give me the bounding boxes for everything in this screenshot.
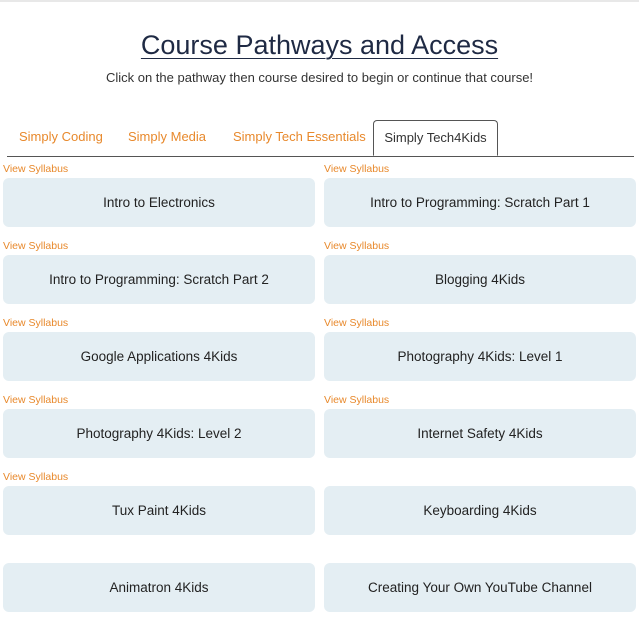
course-tux-paint-4kids[interactable]: Tux Paint 4Kids: [3, 486, 315, 535]
view-syllabus-link[interactable]: View Syllabus: [3, 240, 68, 252]
view-syllabus-link[interactable]: View Syllabus: [324, 317, 389, 329]
course-blogging-4kids[interactable]: Blogging 4Kids: [324, 255, 636, 304]
course-google-applications-4kids[interactable]: Google Applications 4Kids: [3, 332, 315, 381]
view-syllabus-link[interactable]: View Syllabus: [3, 163, 68, 175]
course-youtube-channel[interactable]: Creating Your Own YouTube Channel: [324, 563, 636, 612]
tab-simply-media[interactable]: Simply Media: [128, 118, 206, 155]
course-photography-level-1[interactable]: Photography 4Kids: Level 1: [324, 332, 636, 381]
tab-simply-tech-essentials[interactable]: Simply Tech Essentials: [233, 118, 366, 155]
view-syllabus-link[interactable]: View Syllabus: [3, 394, 68, 406]
course-internet-safety-4kids[interactable]: Internet Safety 4Kids: [324, 409, 636, 458]
view-syllabus-link[interactable]: View Syllabus: [324, 394, 389, 406]
page-subtitle: Click on the pathway then course desired…: [105, 70, 534, 85]
course-keyboarding-4kids[interactable]: Keyboarding 4Kids: [324, 486, 636, 535]
view-syllabus-link[interactable]: View Syllabus: [324, 240, 389, 252]
course-animatron-4kids[interactable]: Animatron 4Kids: [3, 563, 315, 612]
view-syllabus-link[interactable]: View Syllabus: [3, 471, 68, 483]
pathway-tabs: Simply Coding Simply Media Simply Tech E…: [7, 118, 634, 157]
tab-simply-tech4kids[interactable]: Simply Tech4Kids: [373, 120, 498, 156]
course-intro-to-electronics[interactable]: Intro to Electronics: [3, 178, 315, 227]
tab-simply-coding[interactable]: Simply Coding: [19, 118, 103, 155]
page-title: Course Pathways and Access: [140, 30, 499, 60]
top-divider: [0, 0, 639, 2]
view-syllabus-link[interactable]: View Syllabus: [3, 317, 68, 329]
view-syllabus-link[interactable]: View Syllabus: [324, 163, 389, 175]
course-scratch-part-2[interactable]: Intro to Programming: Scratch Part 2: [3, 255, 315, 304]
course-photography-level-2[interactable]: Photography 4Kids: Level 2: [3, 409, 315, 458]
course-scratch-part-1[interactable]: Intro to Programming: Scratch Part 1: [324, 178, 636, 227]
